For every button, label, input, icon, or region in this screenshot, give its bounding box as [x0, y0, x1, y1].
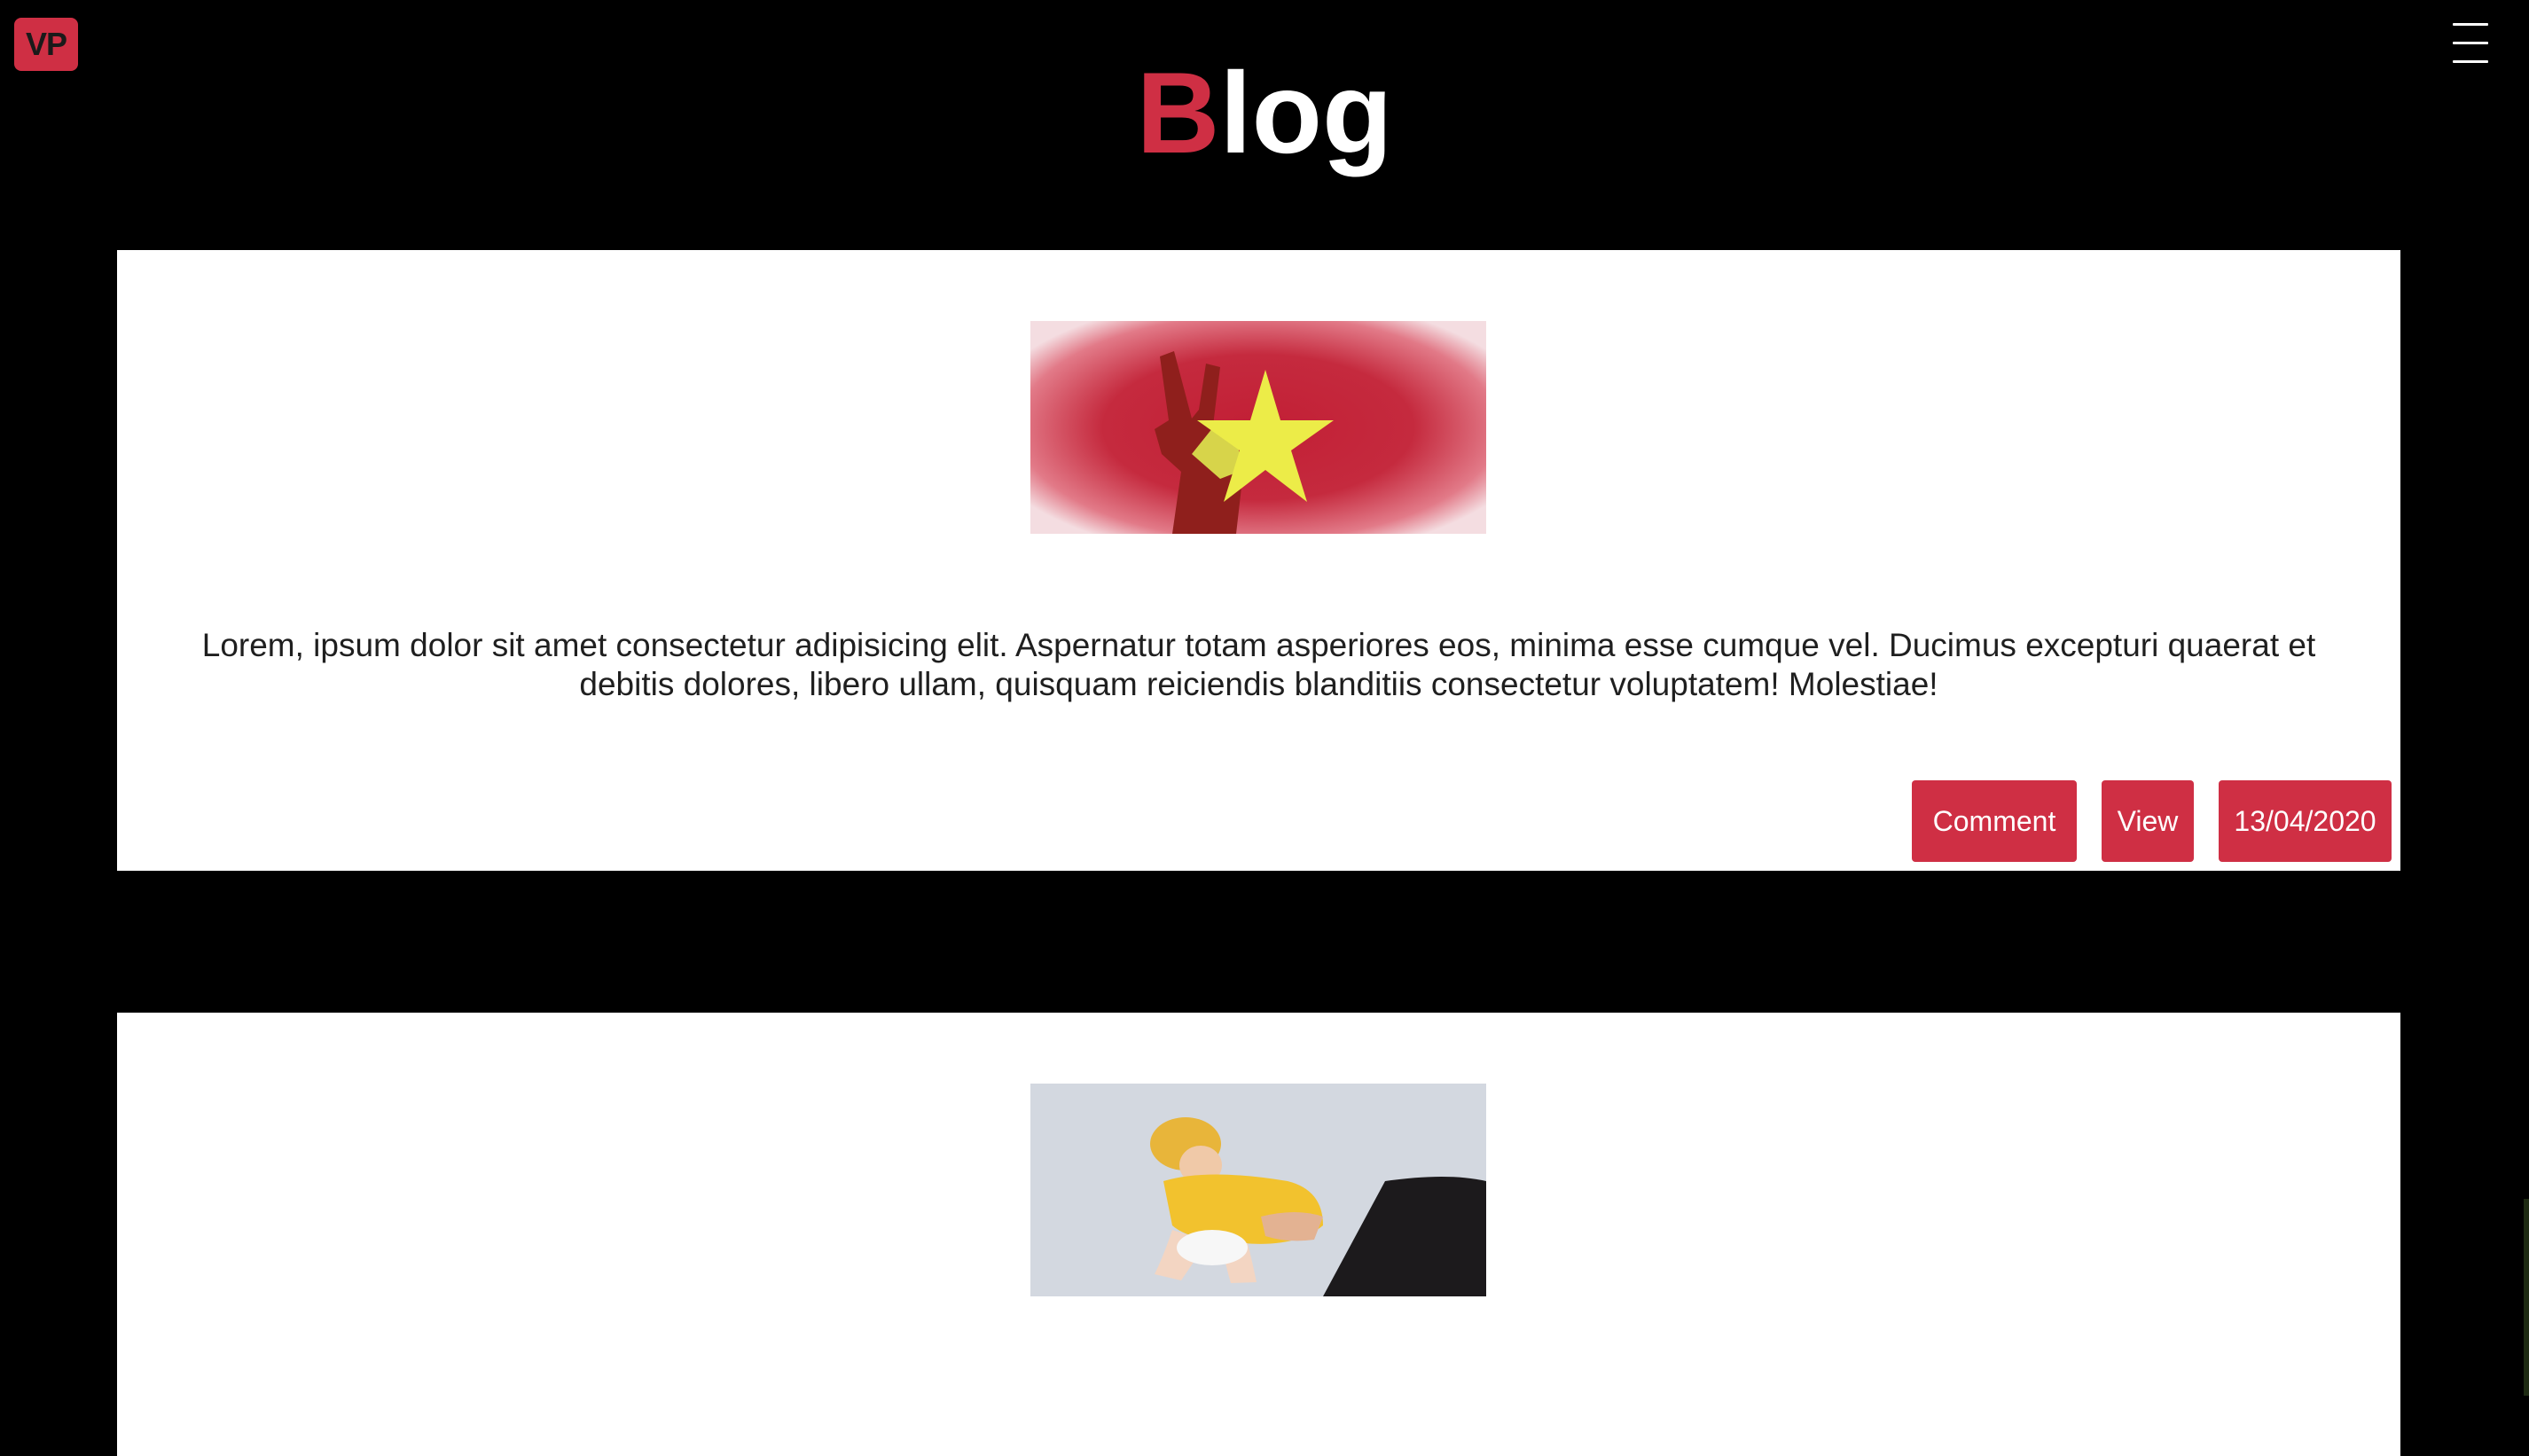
post-image-vietnam-flag-hand[interactable]: [1030, 321, 1486, 534]
view-button[interactable]: View: [2102, 780, 2194, 862]
baby-image: [1030, 1084, 1486, 1296]
post-excerpt: Lorem, ipsum dolor sit amet consectetur …: [201, 627, 2316, 702]
menu-bar: [2453, 23, 2488, 26]
page-edge-strip: [2524, 1199, 2529, 1396]
blog-post-card: [117, 1013, 2400, 1456]
menu-bar: [2453, 42, 2488, 44]
vietnam-flag-hand-image: [1030, 321, 1486, 534]
page-title-accent-letter: B: [1136, 48, 1220, 177]
comment-button[interactable]: Comment: [1912, 780, 2077, 862]
page-title-rest: log: [1219, 48, 1393, 177]
post-date-badge[interactable]: 13/04/2020: [2219, 780, 2392, 862]
post-image-baby[interactable]: [1030, 1084, 1486, 1296]
page-title: Blog: [0, 46, 2529, 179]
blog-post-card: Lorem, ipsum dolor sit amet consectetur …: [117, 250, 2400, 871]
